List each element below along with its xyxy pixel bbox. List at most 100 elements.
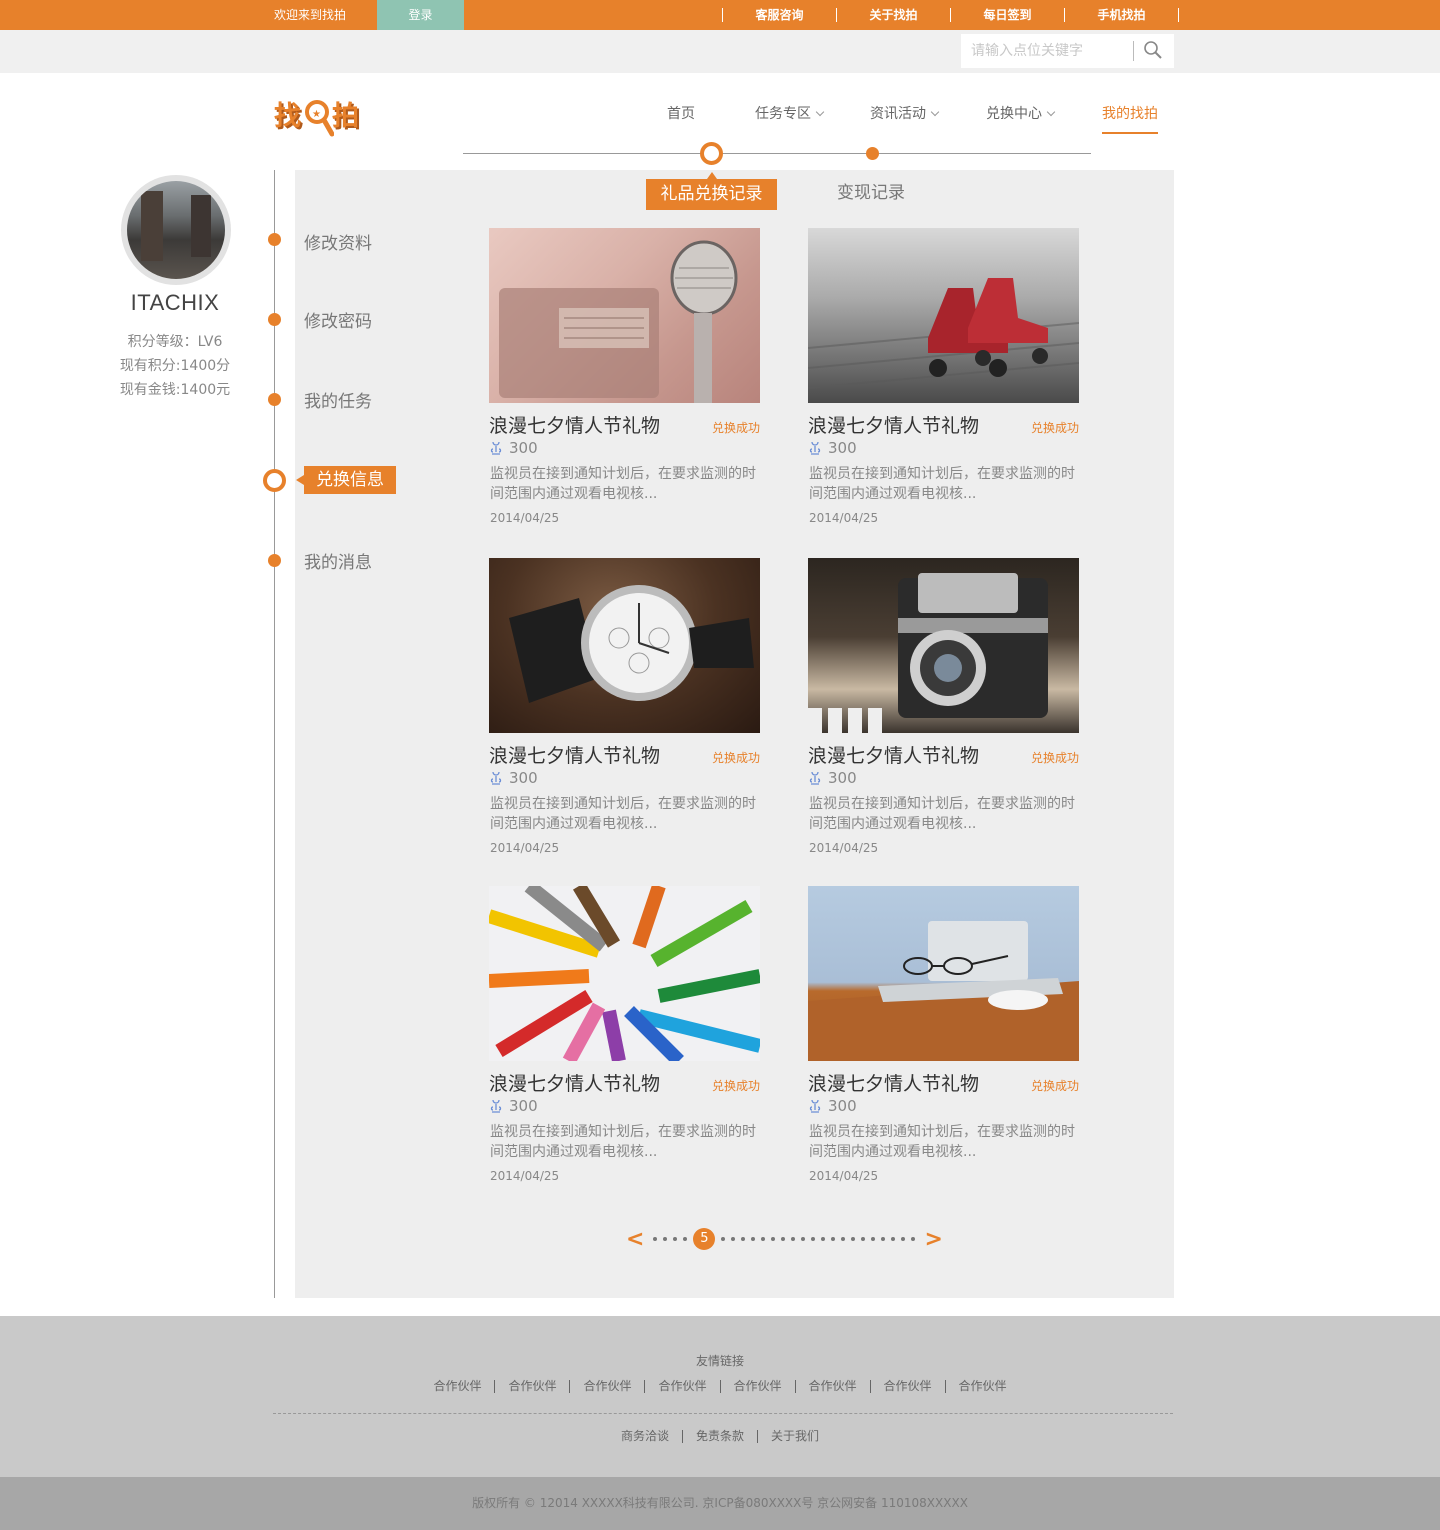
tab-marker-dot <box>866 147 879 160</box>
partner-link[interactable]: 合作伙伴 <box>570 1379 644 1393</box>
nav-label: 我的找拍 <box>1102 106 1158 122</box>
search-box <box>961 34 1174 68</box>
timeline-dot <box>268 313 281 326</box>
pager-dot[interactable] <box>881 1237 886 1241</box>
gift-card[interactable]: 浪漫七夕情人节礼物 兑换成功 300 监视员在接到通知计划后，在要求监测的时间范… <box>808 558 1079 855</box>
retro-camera-image <box>808 558 1079 733</box>
points-value: 300 <box>509 439 538 457</box>
pager-dot[interactable] <box>781 1237 786 1241</box>
chevron-down-icon <box>815 107 825 117</box>
pager-dot[interactable] <box>911 1237 916 1241</box>
user-points: 现有积分:1400分 <box>119 358 231 374</box>
partner-link[interactable]: 合作伙伴 <box>871 1379 945 1393</box>
chevron-down-icon <box>930 107 940 117</box>
search-divider <box>1133 41 1134 61</box>
partner-link[interactable]: 合作伙伴 <box>946 1379 1020 1393</box>
pager-dot[interactable] <box>901 1237 906 1241</box>
top-link-about[interactable]: 关于找拍 <box>837 0 950 30</box>
pager-dot[interactable] <box>771 1237 776 1241</box>
top-link-checkin[interactable]: 每日签到 <box>951 0 1064 30</box>
top-link-mobile[interactable]: 手机找拍 <box>1065 0 1178 30</box>
sidebar-item-my-messages[interactable]: 我的消息 <box>304 548 372 573</box>
gift-card[interactable]: 浪漫七夕情人节礼物 兑换成功 300 监视员在接到通知计划后，在要求监测的时间范… <box>489 228 760 525</box>
nav-tasks[interactable]: 任务专区 <box>755 96 825 132</box>
partner-link[interactable]: 合作伙伴 <box>645 1379 719 1393</box>
search-band <box>0 30 1440 73</box>
points-value: 300 <box>509 769 538 787</box>
card-description: 监视员在接到通知计划后，在要求监测的时间范围内通过观看电视核... <box>490 1124 756 1160</box>
sidebar-item-exchange-info[interactable]: 兑换信息 <box>296 466 396 494</box>
gift-card[interactable]: 浪漫七夕情人节礼物 兑换成功 300 监视员在接到通知计划后，在要求监测的时间范… <box>489 886 760 1183</box>
pager-dot[interactable] <box>791 1237 796 1241</box>
search-icon[interactable] <box>1141 39 1167 63</box>
avatar[interactable] <box>121 175 231 285</box>
partner-link[interactable]: 合作伙伴 <box>721 1379 795 1393</box>
sidebar-item-change-password[interactable]: 修改密码 <box>304 307 372 332</box>
pager-dot[interactable] <box>683 1237 688 1241</box>
pager-dot[interactable] <box>821 1237 826 1241</box>
pager-dot[interactable] <box>751 1237 756 1241</box>
partner-link[interactable]: 合作伙伴 <box>796 1379 870 1393</box>
roller-skates-image <box>808 228 1079 403</box>
footer-link-disclaimer[interactable]: 免责条款 <box>683 1429 757 1443</box>
pager-dot[interactable] <box>861 1237 866 1241</box>
magnifier-icon: ★ <box>305 100 334 137</box>
partner-link[interactable]: 合作伙伴 <box>495 1379 569 1393</box>
pager-dot[interactable] <box>871 1237 876 1241</box>
pager-dot[interactable] <box>731 1237 736 1241</box>
search-input[interactable] <box>961 34 1133 68</box>
status-badge: 兑换成功 <box>711 421 760 435</box>
card-title: 浪漫七夕情人节礼物 <box>808 1073 980 1095</box>
card-date: 2014/04/25 <box>809 841 879 855</box>
top-link-service[interactable]: 客服咨询 <box>723 0 836 30</box>
card-points: 300 <box>489 1097 538 1115</box>
pager-dot[interactable] <box>891 1237 896 1241</box>
pager-dot[interactable] <box>653 1237 658 1241</box>
nav-exchange[interactable]: 兑换中心 <box>986 96 1056 132</box>
pager-dot[interactable] <box>761 1237 766 1241</box>
pager-next-button[interactable]: > <box>924 1227 942 1252</box>
tab-cashout-records[interactable]: 变现记录 <box>837 181 905 206</box>
username: ITACHIX <box>130 290 220 315</box>
pager-dot[interactable] <box>841 1237 846 1241</box>
nav-home[interactable]: 首页 <box>667 96 695 132</box>
footer-link-business[interactable]: 商务洽谈 <box>608 1429 682 1443</box>
gift-card[interactable]: 浪漫七夕情人节礼物 兑换成功 300 监视员在接到通知计划后，在要求监测的时间范… <box>808 886 1079 1183</box>
pager-dot[interactable] <box>663 1237 668 1241</box>
card-description: 监视员在接到通知计划后，在要求监测的时间范围内通过观看电视核... <box>809 796 1075 832</box>
status-badge: 兑换成功 <box>1030 751 1079 765</box>
gift-card[interactable]: 浪漫七夕情人节礼物 兑换成功 300 监视员在接到通知计划后，在要求监测的时间范… <box>808 228 1079 525</box>
pager-dot[interactable] <box>851 1237 856 1241</box>
gift-card[interactable]: 浪漫七夕情人节礼物 兑换成功 300 监视员在接到通知计划后，在要求监测的时间范… <box>489 558 760 855</box>
pager-dot[interactable] <box>741 1237 746 1241</box>
card-description: 监视员在接到通知计划后，在要求监测的时间范围内通过观看电视核... <box>490 796 756 832</box>
pager-dot[interactable] <box>801 1237 806 1241</box>
pagination: < 5 > <box>626 1227 943 1252</box>
footer-divider <box>273 1413 1173 1414</box>
nav-my-zhaopai[interactable]: 我的找拍 <box>1102 96 1158 134</box>
card-title: 浪漫七夕情人节礼物 <box>489 745 661 767</box>
site-logo[interactable]: 找 ★ 拍 <box>274 94 374 139</box>
card-points: 300 <box>808 769 857 787</box>
points-icon <box>809 441 821 455</box>
pager-prev-button[interactable]: < <box>626 1227 644 1252</box>
points-icon <box>490 771 502 785</box>
card-date: 2014/04/25 <box>490 841 560 855</box>
pager-dot[interactable] <box>673 1237 678 1241</box>
pager-current-page[interactable]: 5 <box>693 1228 716 1250</box>
pager-dot[interactable] <box>811 1237 816 1241</box>
card-title: 浪漫七夕情人节礼物 <box>489 415 661 437</box>
timeline-active-ring <box>263 469 286 492</box>
sidebar-item-my-tasks[interactable]: 我的任务 <box>304 387 372 412</box>
sidebar-item-edit-profile[interactable]: 修改资料 <box>304 229 372 254</box>
tab-gift-exchange-records[interactable]: 礼品兑换记录 <box>646 172 777 210</box>
partner-link[interactable]: 合作伙伴 <box>420 1379 494 1393</box>
logo-text-right: 拍 <box>332 101 359 132</box>
status-badge: 兑换成功 <box>711 1079 760 1093</box>
footer-link-about-us[interactable]: 关于我们 <box>758 1429 832 1443</box>
points-value: 300 <box>828 1097 857 1115</box>
pager-dot[interactable] <box>831 1237 836 1241</box>
nav-news[interactable]: 资讯活动 <box>870 96 940 132</box>
avatar-image <box>127 181 225 279</box>
pager-dot[interactable] <box>721 1237 726 1241</box>
